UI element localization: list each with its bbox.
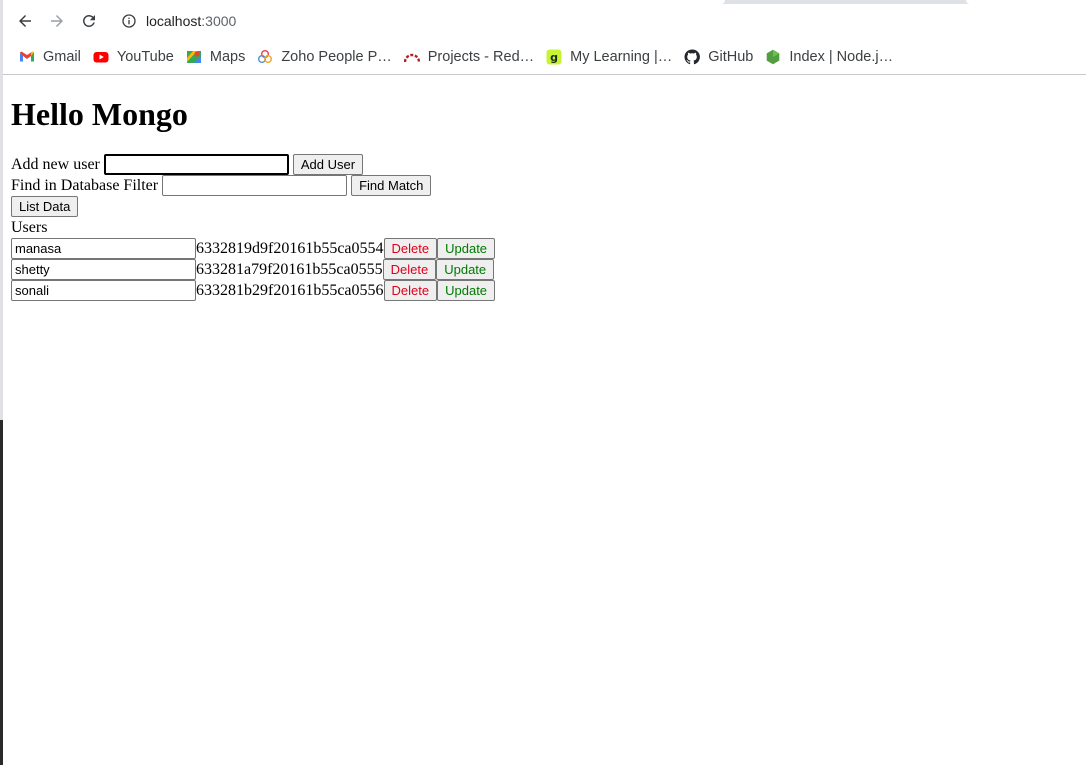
users-heading-row: Users xyxy=(11,217,1071,238)
bookmark-youtube[interactable]: YouTube xyxy=(90,43,180,71)
bookmark-label: GitHub xyxy=(708,49,754,65)
list-row: List Data xyxy=(11,196,1071,217)
url-host: localhost xyxy=(146,13,202,29)
window-edge xyxy=(0,0,3,765)
update-button[interactable]: Update xyxy=(437,238,496,259)
bookmark-nodejs[interactable]: Index | Node.j… xyxy=(762,43,899,71)
user-row: 6332819d9f20161b55ca0554DeleteUpdate xyxy=(11,238,1071,259)
user-name-input[interactable] xyxy=(11,259,196,280)
find-row: Find in Database Filter Find Match xyxy=(11,175,1071,196)
user-id: 633281a79f20161b55ca0555 xyxy=(196,260,383,278)
delete-button[interactable]: Delete xyxy=(382,259,437,280)
redmine-icon xyxy=(403,49,420,65)
find-filter-input[interactable] xyxy=(162,175,348,196)
bookmark-projects[interactable]: Projects - Red… xyxy=(401,43,540,71)
add-user-button[interactable]: Add User xyxy=(292,154,364,175)
svg-text:g: g xyxy=(550,51,558,64)
reload-icon xyxy=(82,14,95,27)
bookmark-maps[interactable]: Maps xyxy=(183,43,251,71)
learning-icon: g xyxy=(546,49,562,65)
nodejs-icon xyxy=(765,49,781,65)
url-port: :3000 xyxy=(201,13,237,29)
delete-button[interactable]: Delete xyxy=(383,280,438,301)
address-bar[interactable]: localhost:3000 xyxy=(111,6,1071,36)
list-data-button[interactable]: List Data xyxy=(11,196,79,217)
user-id: 6332819d9f20161b55ca0554 xyxy=(196,239,384,257)
user-row: 633281b29f20161b55ca0556DeleteUpdate xyxy=(11,280,1071,301)
bookmark-github[interactable]: GitHub xyxy=(681,43,759,71)
page-content: Hello Mongo Add new user Add User Find in… xyxy=(11,75,1071,301)
arrow-left-icon xyxy=(19,15,31,27)
browser-toolbar: localhost:3000 xyxy=(3,4,1086,40)
users-heading: Users xyxy=(11,218,48,236)
bookmark-label: Index | Node.j… xyxy=(789,49,894,65)
add-user-label: Add new user xyxy=(11,155,100,173)
github-icon xyxy=(684,49,701,65)
delete-button[interactable]: Delete xyxy=(383,238,438,259)
zoho-icon xyxy=(257,49,273,65)
user-name-input[interactable] xyxy=(11,238,196,259)
bookmark-label: YouTube xyxy=(116,49,174,65)
bookmark-label: Zoho People P… xyxy=(281,49,392,65)
update-button[interactable]: Update xyxy=(436,259,495,280)
bookmark-zoho[interactable]: Zoho People P… xyxy=(254,43,397,71)
user-id: 633281b29f20161b55ca0556 xyxy=(196,281,384,299)
bookmark-label: My Learning |… xyxy=(570,49,673,65)
user-row: 633281a79f20161b55ca0555DeleteUpdate xyxy=(11,259,1071,280)
page-title: Hello Mongo xyxy=(11,96,188,132)
bookmark-label: Projects - Red… xyxy=(427,49,535,65)
url-text: localhost:3000 xyxy=(146,13,236,29)
user-name-input[interactable] xyxy=(11,280,196,301)
find-label: Find in Database Filter xyxy=(11,176,159,194)
bookmark-label: Gmail xyxy=(43,49,81,65)
info-icon[interactable] xyxy=(121,13,137,29)
bookmark-my-learning[interactable]: g My Learning |… xyxy=(543,43,678,71)
forward-button[interactable] xyxy=(42,6,72,36)
bookmark-label: Maps xyxy=(209,49,246,65)
bookmarks-bar: Gmail YouTube Maps Zoho People P… Projec… xyxy=(3,40,1086,74)
update-button[interactable]: Update xyxy=(437,280,496,301)
bookmark-gmail[interactable]: Gmail xyxy=(16,43,87,71)
back-button[interactable] xyxy=(10,6,40,36)
find-match-button[interactable]: Find Match xyxy=(351,175,432,196)
gmail-icon xyxy=(19,49,35,65)
add-user-row: Add new user Add User xyxy=(11,154,1071,175)
youtube-icon xyxy=(93,49,109,65)
arrow-right-icon xyxy=(51,15,63,27)
reload-button[interactable] xyxy=(74,6,104,36)
maps-icon xyxy=(186,49,202,65)
browser-chrome: localhost:3000 Gmail YouTube Maps Zoho P… xyxy=(3,0,1086,75)
add-user-input[interactable] xyxy=(103,154,289,175)
